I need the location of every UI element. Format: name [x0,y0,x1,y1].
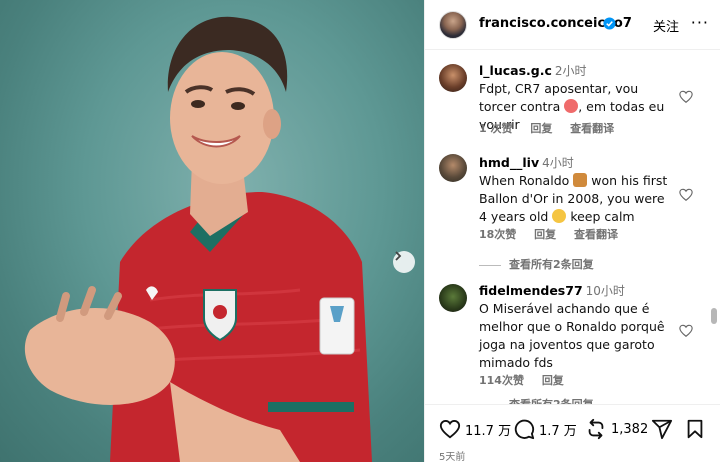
commenter-avatar[interactable] [439,64,467,92]
author-avatar[interactable] [439,11,467,39]
comments-count: 1.7 万 [539,423,577,439]
like-button[interactable]: 11.7 万 [439,418,511,440]
goat-emoji-icon [573,173,588,187]
commenter-username[interactable]: fidelmendes77 [479,283,583,298]
view-replies-button[interactable]: 查看所有2条回复 [479,396,594,404]
comment-button[interactable]: 1.7 万 [513,418,577,440]
comment-text-end: keep calm [570,209,635,224]
heart-icon[interactable] [679,324,693,338]
comments-panel: francisco.conceicao7 关注 ··· l_lucas.g.c 2… [424,0,720,462]
reply-button[interactable]: 回复 [534,228,556,241]
comment-time: 4小时 [542,156,574,170]
commenter-username[interactable]: l_lucas.g.c [479,63,552,78]
reply-button[interactable]: 回复 [530,122,552,135]
heart-icon [439,420,461,439]
likes-count: 11.7 万 [465,423,512,439]
emoji-icon [564,99,579,113]
scrollbar-thumb[interactable] [711,308,717,324]
commenter-avatar[interactable] [439,284,467,312]
commenter-username[interactable]: hmd__liv [479,155,539,170]
post-header: francisco.conceicao7 关注 ··· [425,0,720,50]
post-timestamp: 5天前 [439,452,466,462]
party-emoji-icon [552,209,567,223]
follow-button[interactable]: 关注 [653,16,679,35]
chevron-right-icon [395,251,402,261]
save-button[interactable] [685,418,705,440]
bookmark-icon [687,419,703,439]
post-photo [0,0,424,462]
comment-text: When Ronaldo [479,173,570,188]
translate-button[interactable]: 查看翻译 [570,122,614,135]
more-options-button[interactable]: ··· [691,13,709,32]
comment-text: O Miserável achando que é melhor que o R… [479,301,665,370]
player-photo-illustration [24,16,372,462]
post-action-bar: 11.7 万 1.7 万 1,382 5天前 [425,404,720,462]
next-image-button[interactable] [393,251,415,273]
comment-icon [514,419,535,440]
heart-icon[interactable] [679,90,693,104]
comment-likes[interactable]: 1 次赞 [479,122,512,135]
translate-button[interactable]: 查看翻译 [574,228,618,241]
comment-time: 10小时 [585,284,625,298]
reposts-count: 1,382 [611,421,649,437]
commenter-avatar[interactable] [439,154,467,182]
repost-button[interactable]: 1,382 [585,418,648,440]
repost-icon [588,418,604,440]
comment-time: 2小时 [554,64,587,78]
verified-badge-icon [603,17,616,30]
reply-button[interactable]: 回复 [542,374,564,387]
comment-likes[interactable]: 18次赞 [479,228,516,241]
comments-scrollbar[interactable] [710,54,718,402]
share-icon [651,419,673,440]
view-replies-button[interactable]: 查看所有2条回复 [479,256,594,272]
comment-likes[interactable]: 114次赞 [479,374,524,387]
heart-icon[interactable] [679,188,693,202]
share-button[interactable] [651,418,673,440]
